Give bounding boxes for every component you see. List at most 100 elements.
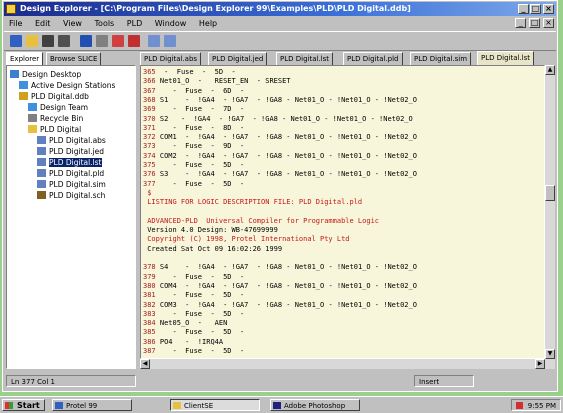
- line-number: 367: [143, 86, 156, 95]
- zoom-icon[interactable]: [80, 35, 92, 47]
- menu-window[interactable]: Window: [150, 17, 192, 30]
- line-text: Created Sat Oct 09 16:02:26 1999: [147, 244, 283, 253]
- menu-help[interactable]: Help: [194, 17, 222, 30]
- line-text: Net05_O - AEN: [159, 319, 228, 328]
- line-text: Net01_O - RESET_EN - SRESET: [159, 77, 291, 86]
- doc-close-button[interactable]: ×: [543, 18, 554, 28]
- line-number: 384: [143, 319, 156, 328]
- tree-node[interactable]: Recycle Bin: [28, 113, 83, 124]
- tree-node[interactable]: PLD Digital.ddb: [19, 91, 89, 102]
- copy-icon[interactable]: [112, 35, 124, 47]
- undo-icon[interactable]: [148, 35, 160, 47]
- photoshop-icon: [273, 402, 281, 409]
- tree-node[interactable]: PLD Digital.jed: [37, 146, 104, 157]
- line-number: 365: [143, 68, 156, 76]
- tree-node[interactable]: Design Desktop: [10, 69, 81, 80]
- close-button[interactable]: ×: [543, 4, 554, 14]
- speaker-icon[interactable]: [515, 402, 523, 409]
- title-bar[interactable]: Design Explorer - [C:\Program Files\Desi…: [4, 2, 556, 16]
- line-number: 386: [143, 337, 156, 346]
- editor-tab[interactable]: PLD Digital.abs: [140, 52, 202, 66]
- tree-node[interactable]: PLD Digital.sch: [37, 190, 105, 201]
- code-view[interactable]: 365 - Fuse - 5D -366 Net01_O - RESET_EN …: [140, 65, 545, 359]
- editor-tab[interactable]: PLD Digital.jed: [208, 52, 268, 66]
- line-number: 378: [143, 263, 156, 272]
- line-text: S3 - !GA4 - !GA7 - !GA8 - Net01_O - !Net…: [159, 170, 417, 179]
- code-line: 379 - Fuse - 5D -: [143, 273, 244, 282]
- editor-tabs: PLD Digital.abs PLD Digital.jed PLD Digita…: [140, 51, 555, 66]
- print-icon[interactable]: [58, 35, 70, 47]
- status-bar: Ln 377 Col 1 Insert: [4, 373, 556, 389]
- save-icon[interactable]: [42, 35, 54, 47]
- tree-node-label: PLD Digital: [40, 125, 82, 134]
- redo-icon[interactable]: [164, 35, 176, 47]
- code-line: 383 - Fuse - 5D -: [143, 310, 244, 319]
- scroll-left-icon[interactable]: ◀: [140, 359, 150, 369]
- tab-browse[interactable]: Browse SLICE: [46, 52, 102, 66]
- line-number: 382: [143, 300, 156, 309]
- task-photoshop[interactable]: Adobe Photoshop: [270, 399, 360, 411]
- editor-tab[interactable]: PLD Digital.lst: [276, 52, 333, 66]
- tree-node-label: Active Design Stations: [31, 81, 116, 90]
- minimize-button[interactable]: _: [518, 4, 529, 14]
- cut-icon[interactable]: [96, 35, 108, 47]
- start-button[interactable]: Start: [2, 399, 45, 411]
- tree-node[interactable]: PLD Digital.pld: [37, 168, 104, 179]
- maximize-button[interactable]: □: [530, 4, 541, 14]
- line-text: COM3 - !GA4 - !GA7 - !GA8 - Net01_O - !N…: [159, 300, 417, 309]
- clock: 9:55 PM: [527, 402, 556, 410]
- tree-node[interactable]: Design Team: [28, 102, 88, 113]
- menu-view[interactable]: View: [58, 17, 87, 30]
- scroll-down-icon[interactable]: ▼: [545, 349, 555, 359]
- tab-explorer[interactable]: Explorer: [6, 52, 44, 66]
- line-text: - Fuse - 5D -: [159, 68, 236, 76]
- scroll-thumb[interactable]: [545, 185, 555, 201]
- line-text: - Fuse - 5D -: [159, 309, 245, 318]
- line-text: - Fuse - 5D -: [159, 161, 245, 169]
- window-title: Design Explorer - [C:\Program Files\Desi…: [20, 4, 411, 13]
- menu-edit[interactable]: Edit: [30, 17, 56, 30]
- task-protel[interactable]: Protel 99: [52, 399, 132, 411]
- menu-tools[interactable]: Tools: [90, 17, 120, 30]
- line-number: 376: [143, 170, 156, 179]
- line-number: 372: [143, 133, 156, 142]
- line-text: S2 - !GA4 - !GA7 - !GA8 - Net01_O - !Net…: [159, 114, 413, 123]
- editor-tab[interactable]: PLD Digital.pld: [343, 52, 403, 66]
- status-mode: Insert: [414, 375, 474, 387]
- vertical-scrollbar[interactable]: ▲ ▼: [545, 65, 555, 359]
- line-number: 385: [143, 328, 156, 337]
- code-line: 365 - Fuse - 5D -: [143, 68, 236, 77]
- tree-node[interactable]: PLD Digital.abs: [37, 135, 106, 146]
- line-number: 379: [143, 272, 156, 281]
- toggle-panel-icon[interactable]: [10, 35, 22, 47]
- tree-node-label: PLD Digital.ddb: [31, 92, 89, 101]
- task-client[interactable]: ClientSE: [170, 399, 260, 411]
- code-line: 367 - Fuse - 6D -: [143, 87, 244, 96]
- document-icon: [37, 147, 46, 155]
- tree-node[interactable]: PLD Digital.lst: [37, 157, 102, 168]
- menu-pld[interactable]: PLD: [122, 17, 147, 30]
- code-line: 376 S3 - !GA4 - !GA7 - !GA8 - Net01_O - …: [143, 170, 417, 179]
- document-icon: [37, 180, 46, 188]
- code-line: Copyright (C) 1998, Protel International…: [143, 235, 349, 244]
- line-text: - Fuse - 9D -: [159, 142, 245, 151]
- line-text: LISTING FOR LOGIC DESCRIPTION FILE: PLD …: [147, 198, 363, 207]
- doc-restore-button[interactable]: □: [529, 18, 541, 28]
- task-label: Protel 99: [66, 402, 98, 410]
- editor-tab[interactable]: PLD Digital.sim: [410, 52, 472, 66]
- open-folder-icon[interactable]: [26, 35, 38, 47]
- scroll-up-icon[interactable]: ▲: [545, 65, 555, 75]
- menu-file[interactable]: File: [4, 17, 27, 30]
- tree-node[interactable]: PLD Digital.sim: [37, 179, 106, 190]
- line-number: 375: [143, 161, 156, 169]
- tree-node[interactable]: PLD Digital: [28, 124, 81, 135]
- tree-node[interactable]: Active Design Stations: [19, 80, 115, 91]
- horizontal-scrollbar[interactable]: ◀ ▶: [140, 359, 555, 369]
- scroll-right-icon[interactable]: ▶: [535, 359, 545, 369]
- doc-minimize-button[interactable]: _: [515, 18, 527, 28]
- paste-icon[interactable]: [128, 35, 140, 47]
- editor-tab[interactable]: PLD Digital.lst: [477, 51, 534, 66]
- desktop-icon: [10, 70, 19, 78]
- code-line: 370 S2 - !GA4 - !GA7 - !GA8 - Net01_O - …: [143, 115, 413, 124]
- tree-node-label: PLD Digital.sch: [49, 191, 106, 200]
